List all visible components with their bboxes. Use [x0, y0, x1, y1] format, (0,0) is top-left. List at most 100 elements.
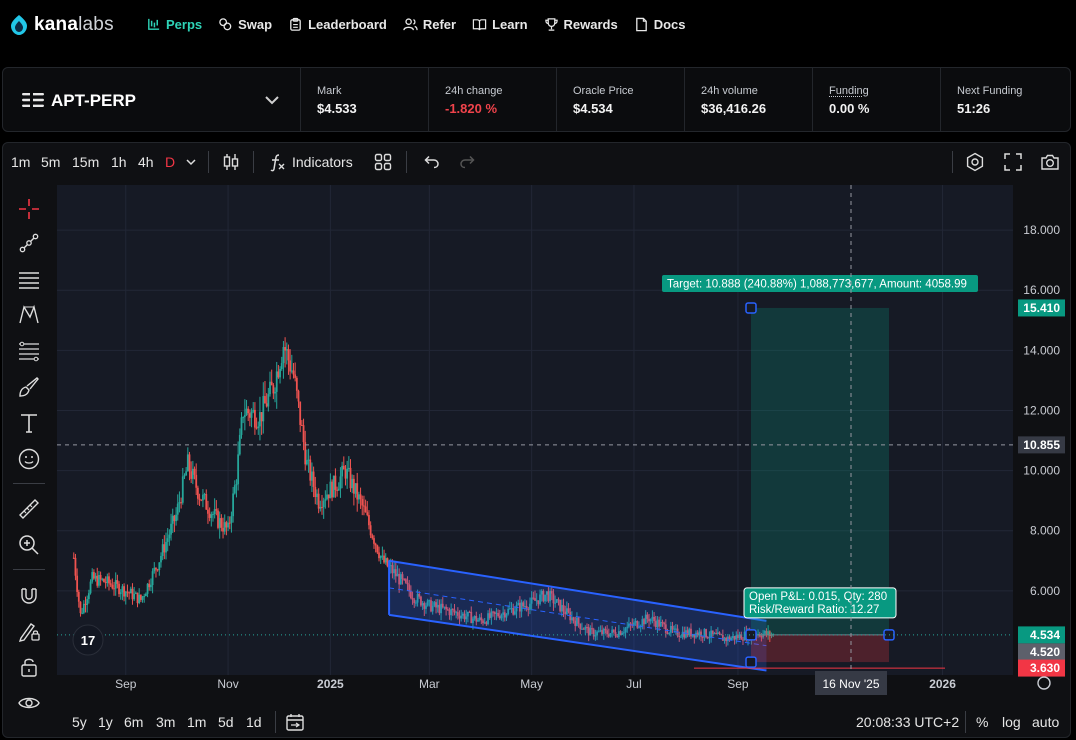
candle-body [254, 409, 256, 428]
candle-body [126, 591, 129, 593]
nav-item-label: Docs [653, 17, 686, 32]
candle-body [232, 493, 235, 517]
candle-body [213, 509, 216, 515]
range-1m[interactable]: 1m [187, 714, 206, 730]
utc-clock[interactable]: 20:08:33 UTC+2 [856, 714, 959, 730]
stat-value: 0.00 % [829, 101, 870, 116]
candle-body [279, 368, 281, 378]
nav-item-label: Rewards [563, 17, 618, 32]
nav-item-perps[interactable]: Perps [146, 17, 202, 32]
candle-body [307, 459, 310, 461]
nav-item-rewards[interactable]: Rewards [544, 17, 618, 32]
candle-body [160, 555, 162, 563]
ruler-icon[interactable] [17, 497, 41, 521]
candle-body [252, 409, 255, 412]
candle-body [180, 502, 183, 504]
candle-body [302, 425, 305, 443]
candle-body [119, 592, 122, 595]
candle-body [371, 535, 374, 539]
candle-body [165, 541, 167, 553]
date-range-icon[interactable] [285, 712, 305, 732]
stat-value: $4.533 [317, 101, 357, 116]
percent-toggle[interactable]: % [976, 714, 988, 730]
candle-body [306, 460, 308, 465]
candle-body [190, 471, 193, 479]
tool-divider [13, 569, 45, 570]
y-tick-label: 12.000 [1023, 403, 1060, 417]
pair-selector[interactable]: APT-PERP [3, 68, 301, 131]
brush-icon[interactable] [17, 375, 41, 399]
candle-body [202, 494, 204, 501]
candle-body [220, 518, 223, 528]
candle-body [233, 485, 236, 494]
candle-body [284, 347, 286, 351]
y-tick-label: 6.000 [1030, 584, 1060, 598]
candle-body [282, 347, 285, 364]
nav-item-docs[interactable]: Docs [634, 17, 686, 32]
pattern-icon[interactable] [17, 303, 41, 327]
candle-body [103, 578, 105, 583]
range-1y[interactable]: 1y [98, 714, 113, 730]
text-icon[interactable] [17, 411, 41, 435]
log-toggle[interactable]: log [1002, 714, 1021, 730]
profit-zone[interactable] [751, 307, 889, 635]
range-1d[interactable]: 1d [246, 714, 262, 730]
crosshair-icon[interactable] [17, 197, 41, 221]
loss-zone[interactable] [751, 634, 889, 663]
auto-toggle[interactable]: auto [1032, 714, 1059, 730]
nav-item-refer[interactable]: Refer [403, 17, 456, 32]
candle-body [347, 467, 350, 469]
candle-body [304, 442, 307, 465]
emoji-icon[interactable] [17, 447, 41, 471]
candle-body [96, 575, 99, 586]
nav-item-learn[interactable]: Learn [472, 17, 528, 32]
candle-body [257, 426, 260, 428]
candle-body [101, 578, 104, 580]
nav-item-label: Perps [166, 17, 203, 32]
x-tick-label: Sep [727, 677, 749, 691]
book-icon [472, 19, 487, 31]
candle-body [269, 381, 271, 395]
drag-handle[interactable] [745, 302, 757, 314]
candle-body [121, 586, 124, 593]
stat-24h-change: 24h change -1.820 % [429, 68, 557, 131]
candle-body [131, 588, 134, 600]
pnl-label: Open P&L: 0.015, Qty: 280 [749, 591, 887, 603]
drawing-toolbar [3, 185, 55, 709]
candle-body [366, 512, 369, 515]
range-6m[interactable]: 6m [124, 714, 143, 730]
lock-icon[interactable] [17, 655, 41, 679]
candle-body [151, 571, 154, 586]
y-tick-label: 16.000 [1023, 283, 1060, 297]
lock-drawing-icon[interactable] [17, 619, 41, 643]
candle-body [309, 459, 312, 481]
fib-icon[interactable] [17, 339, 41, 363]
magnet-icon[interactable] [17, 583, 41, 607]
trophy-icon [544, 18, 558, 31]
candle-body [118, 583, 120, 595]
scale-settings-icon[interactable] [1037, 676, 1051, 690]
candle-body [270, 381, 273, 386]
range-5y[interactable]: 5y [72, 714, 87, 730]
nav-item-leaderboard[interactable]: Leaderboard [288, 17, 387, 32]
stat-value: 51:26 [957, 101, 991, 116]
drag-handle[interactable] [745, 656, 757, 668]
brand-logo[interactable]: kanalabs [10, 14, 114, 36]
price-chart[interactable]: Target: 10.888 (240.88%) 1,088,773,677, … [3, 143, 1070, 703]
candle-body [248, 413, 251, 418]
horizontal-lines-icon[interactable] [17, 267, 41, 291]
range-5d[interactable]: 5d [218, 714, 234, 730]
candle-body [81, 612, 84, 614]
trend-line-icon[interactable] [17, 231, 41, 255]
zoom-in-icon[interactable] [17, 533, 41, 557]
candle-body [82, 603, 85, 613]
drag-handle[interactable] [745, 629, 757, 641]
candle-body [326, 494, 328, 500]
nav-item-swap[interactable]: Swap [218, 17, 272, 32]
candle-body [176, 503, 179, 515]
candle-body [84, 603, 87, 605]
chevron-down-icon[interactable] [264, 94, 280, 106]
candle-body [144, 593, 147, 597]
market-header: APT-PERP Mark $4.533 24h change -1.820 % Ora… [2, 67, 1071, 132]
range-3m[interactable]: 3m [156, 714, 175, 730]
